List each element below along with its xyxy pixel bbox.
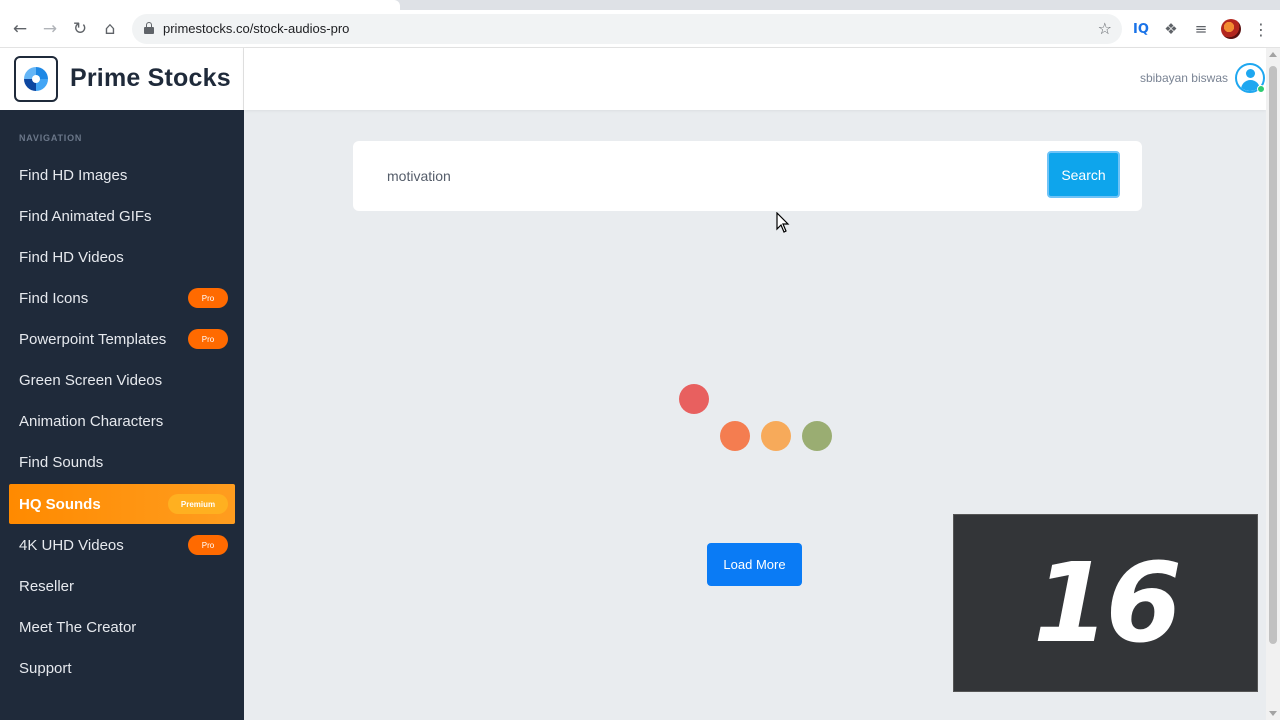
loading-dot	[720, 421, 750, 451]
sidebar-item-powerpoint-templates[interactable]: Powerpoint Templates Pro	[9, 319, 235, 359]
sidebar-item-label: Find Sounds	[19, 453, 104, 471]
pro-badge: Pro	[188, 329, 228, 349]
premium-badge: Premium	[168, 494, 228, 514]
sidebar-item-find-icons[interactable]: Find Icons Pro	[9, 278, 235, 318]
pro-badge: Pro	[188, 288, 228, 308]
sidebar-item-label: HQ Sounds	[19, 495, 101, 513]
sidebar-item-label: Animation Characters	[19, 412, 164, 430]
sidebar-item-reseller[interactable]: Reseller	[9, 566, 235, 606]
loading-dot	[679, 384, 709, 414]
arrow-forward-icon[interactable]: →	[39, 18, 61, 40]
load-more-button[interactable]: Load More	[707, 543, 802, 586]
address-bar[interactable]: primestocks.co/stock-audios-pro ☆	[132, 14, 1122, 44]
logo[interactable]: Prime Stocks	[0, 48, 244, 110]
scroll-up-icon[interactable]	[1269, 52, 1277, 57]
lock-icon[interactable]	[144, 22, 154, 34]
sidebar-item-label: Find Icons	[19, 289, 89, 307]
sidebar-item-label: Powerpoint Templates	[19, 330, 167, 348]
loading-dot	[802, 421, 832, 451]
sidebar-item-label: 4K UHD Videos	[19, 536, 124, 554]
reload-icon[interactable]: ↻	[69, 18, 91, 40]
sidebar-item-label: Reseller	[19, 577, 75, 595]
username[interactable]: sbibayan biswas	[1140, 71, 1228, 85]
nav-heading: NAVIGATION	[19, 133, 83, 143]
sidebar-item-green-screen-videos[interactable]: Green Screen Videos	[9, 360, 235, 400]
kebab-menu-icon[interactable]: ⋮	[1252, 18, 1270, 40]
sidebar-item-label: Find Animated GIFs	[19, 207, 152, 225]
search-button[interactable]: Search	[1047, 151, 1120, 198]
brand-name: Prime Stocks	[70, 64, 231, 92]
sidebar-item-find-sounds[interactable]: Find Sounds	[9, 442, 235, 482]
scrollbar-thumb[interactable]	[1269, 66, 1277, 644]
search-card: Search	[353, 141, 1142, 211]
sidebar-item-label: Meet The Creator	[19, 618, 137, 636]
sidebar-item-animation-characters[interactable]: Animation Characters	[9, 401, 235, 441]
scrollbar[interactable]	[1266, 48, 1280, 720]
sidebar-item-4k-uhd-videos[interactable]: 4K UHD Videos Pro	[9, 525, 235, 565]
online-status-dot	[1257, 85, 1265, 93]
counter-overlay: 16	[953, 514, 1258, 692]
pro-badge: Pro	[188, 535, 228, 555]
home-icon[interactable]: ⌂	[99, 18, 121, 40]
iq-extension-icon[interactable]: IQ	[1131, 18, 1151, 40]
star-icon[interactable]: ☆	[1098, 19, 1112, 38]
sidebar-item-find-hd-videos[interactable]: Find HD Videos	[9, 237, 235, 277]
browser-toolbar: ← → ↻ ⌂ primestocks.co/stock-audios-pro …	[0, 10, 1280, 48]
sidebar-item-find-hd-images[interactable]: Find HD Images	[9, 155, 235, 195]
scroll-down-icon[interactable]	[1269, 711, 1277, 716]
puzzle-icon[interactable]: ❖	[1160, 18, 1182, 40]
sidebar-item-label: Find HD Images	[19, 166, 128, 184]
sidebar-item-label: Support	[19, 659, 72, 677]
sidebar-item-label: Find HD Videos	[19, 248, 124, 266]
search-input[interactable]	[387, 165, 987, 187]
sidebar-item-hq-sounds[interactable]: HQ Sounds Premium	[9, 484, 235, 524]
mouse-cursor-icon	[776, 212, 790, 233]
arrow-back-icon[interactable]: ←	[9, 18, 31, 40]
active-tab[interactable]	[0, 0, 400, 10]
camera-aperture-icon	[14, 56, 58, 102]
profile-avatar[interactable]	[1221, 19, 1241, 39]
sidebar: Prime Stocks NAVIGATION Find HD Images F…	[0, 48, 244, 720]
sidebar-item-find-animated-gifs[interactable]: Find Animated GIFs	[9, 196, 235, 236]
top-header: sbibayan biswas	[244, 48, 1266, 110]
sidebar-item-support[interactable]: Support	[9, 648, 235, 688]
url-text[interactable]: primestocks.co/stock-audios-pro	[163, 21, 349, 36]
sidebar-item-meet-the-creator[interactable]: Meet The Creator	[9, 607, 235, 647]
sidebar-item-label: Green Screen Videos	[19, 371, 163, 389]
media-control-icon[interactable]: ≡	[1190, 18, 1212, 40]
counter-number: 16	[1032, 539, 1182, 667]
loading-dot	[761, 421, 791, 451]
